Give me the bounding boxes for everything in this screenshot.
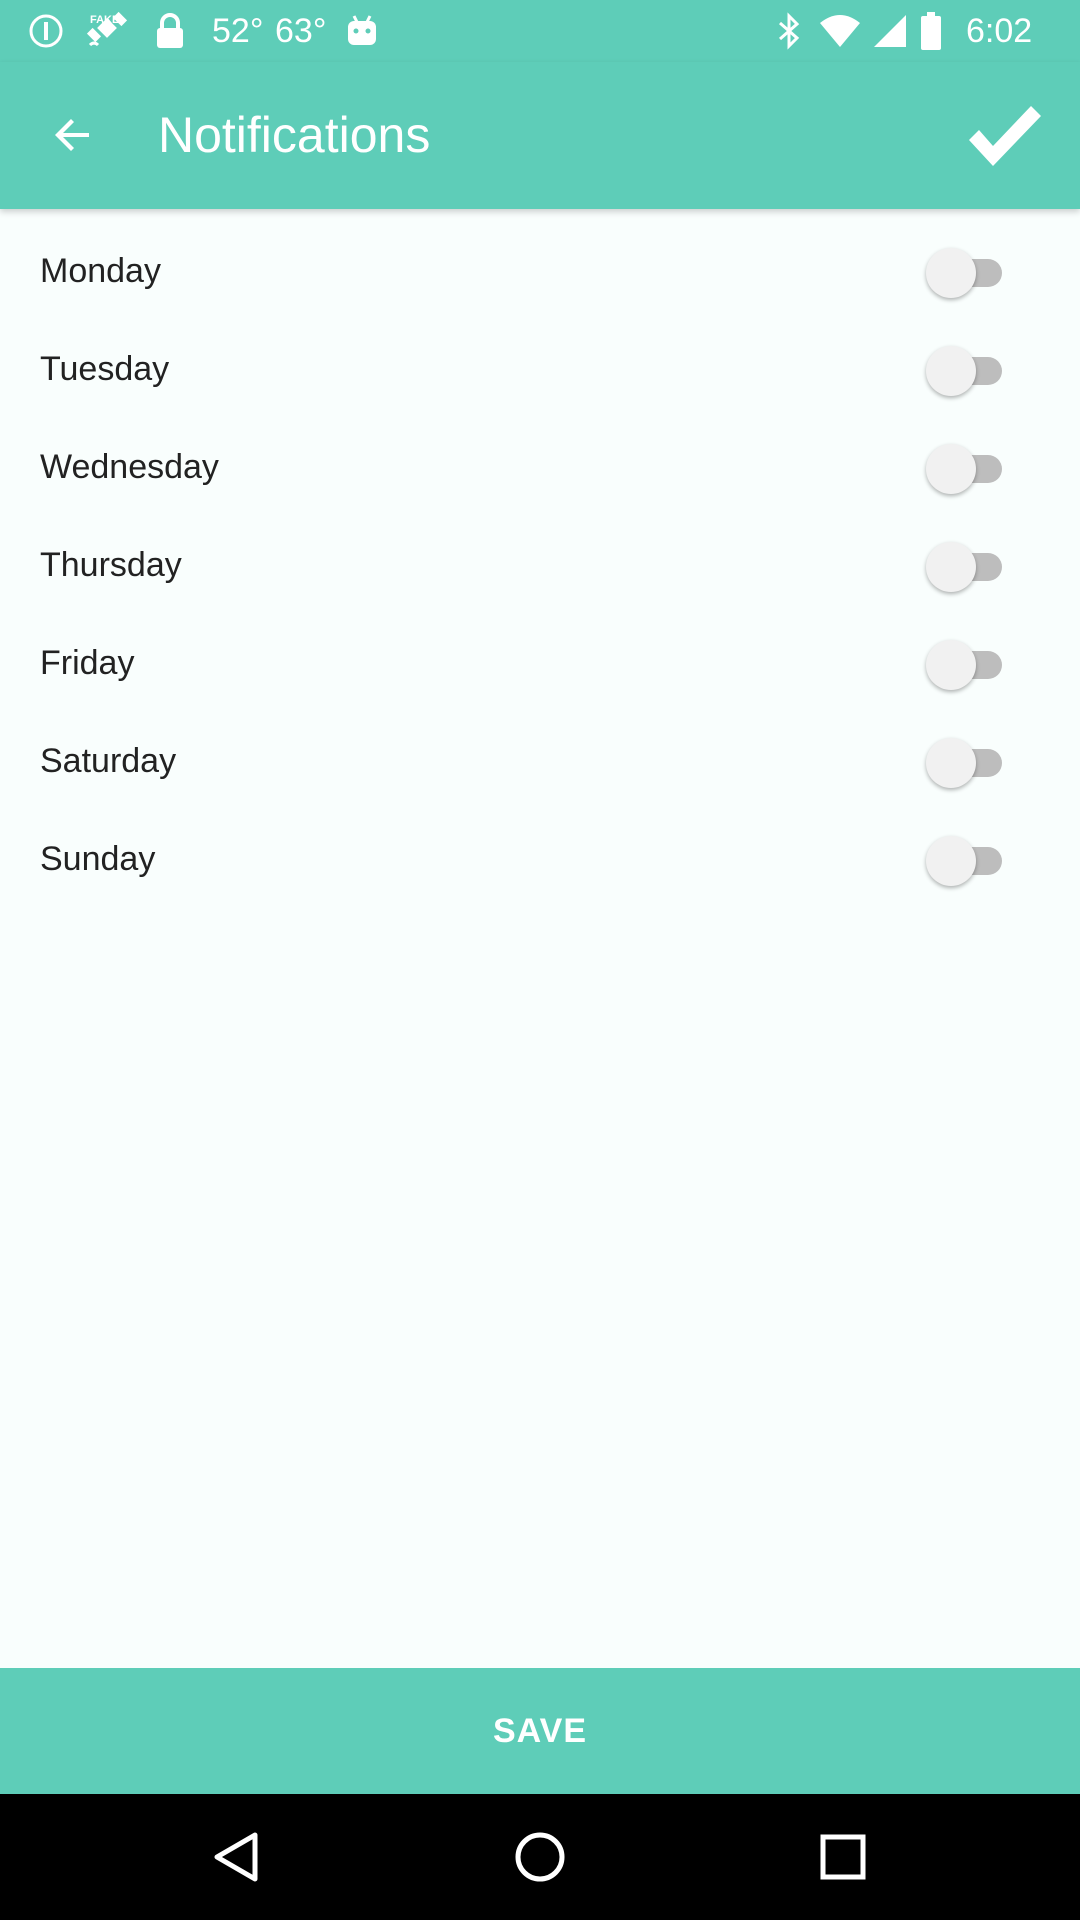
switch-thumb — [926, 738, 976, 788]
switch-thumb — [926, 836, 976, 886]
day-row-sunday[interactable]: Sunday — [0, 810, 1080, 908]
page-title: Notifications — [158, 107, 431, 163]
home-circle-icon — [515, 1832, 565, 1882]
wednesday-switch[interactable] — [918, 441, 1018, 494]
thursday-switch[interactable] — [918, 539, 1018, 592]
day-label: Monday — [40, 252, 161, 290]
nav-home-button[interactable] — [500, 1817, 580, 1897]
day-label: Friday — [40, 644, 135, 682]
app-bar: Notifications — [0, 62, 1080, 209]
lock-icon — [154, 12, 186, 50]
nav-back-button[interactable] — [197, 1817, 277, 1897]
day-row-thursday[interactable]: Thursday — [0, 516, 1080, 614]
satellite-icon: FAKE — [86, 11, 132, 50]
bluetooth-icon — [775, 12, 803, 50]
friday-switch[interactable] — [918, 637, 1018, 690]
wifi-icon — [818, 12, 862, 50]
navigation-bar — [0, 1794, 1080, 1920]
day-row-wednesday[interactable]: Wednesday — [0, 418, 1080, 516]
day-row-saturday[interactable]: Saturday — [0, 712, 1080, 810]
svg-text:FAKE: FAKE — [90, 14, 119, 26]
switch-thumb — [926, 542, 976, 592]
android-icon — [344, 12, 380, 50]
monday-switch[interactable] — [918, 245, 1018, 298]
switch-thumb — [926, 346, 976, 396]
check-icon — [969, 106, 1041, 166]
switch-thumb — [926, 640, 976, 690]
saturday-switch[interactable] — [918, 735, 1018, 788]
tuesday-switch[interactable] — [918, 343, 1018, 396]
day-label: Sunday — [40, 840, 156, 878]
back-button[interactable] — [33, 100, 113, 170]
confirm-button[interactable] — [955, 92, 1055, 182]
temperature-1: 52° — [212, 12, 264, 50]
switch-thumb — [926, 248, 976, 298]
back-triangle-icon — [214, 1832, 258, 1882]
day-row-friday[interactable]: Friday — [0, 614, 1080, 712]
temperature-2: 63° — [275, 12, 327, 50]
clock: 6:02 — [966, 12, 1033, 50]
sunday-switch[interactable] — [918, 833, 1018, 886]
day-row-tuesday[interactable]: Tuesday — [0, 320, 1080, 418]
signal-icon — [872, 12, 908, 50]
arrow-back-icon — [55, 119, 89, 151]
recents-square-icon — [820, 1834, 866, 1880]
save-button[interactable]: SAVE — [0, 1668, 1080, 1794]
status-bar: FAKE 52° 63° 6:02 — [0, 0, 1080, 62]
switch-thumb — [926, 444, 976, 494]
nav-recents-button[interactable] — [803, 1817, 883, 1897]
day-row-monday[interactable]: Monday — [0, 222, 1080, 320]
alert-circle-icon — [28, 12, 64, 50]
day-label: Wednesday — [40, 448, 219, 486]
battery-icon — [920, 12, 942, 50]
day-label: Thursday — [40, 546, 182, 584]
day-label: Tuesday — [40, 350, 170, 388]
day-label: Saturday — [40, 742, 177, 780]
